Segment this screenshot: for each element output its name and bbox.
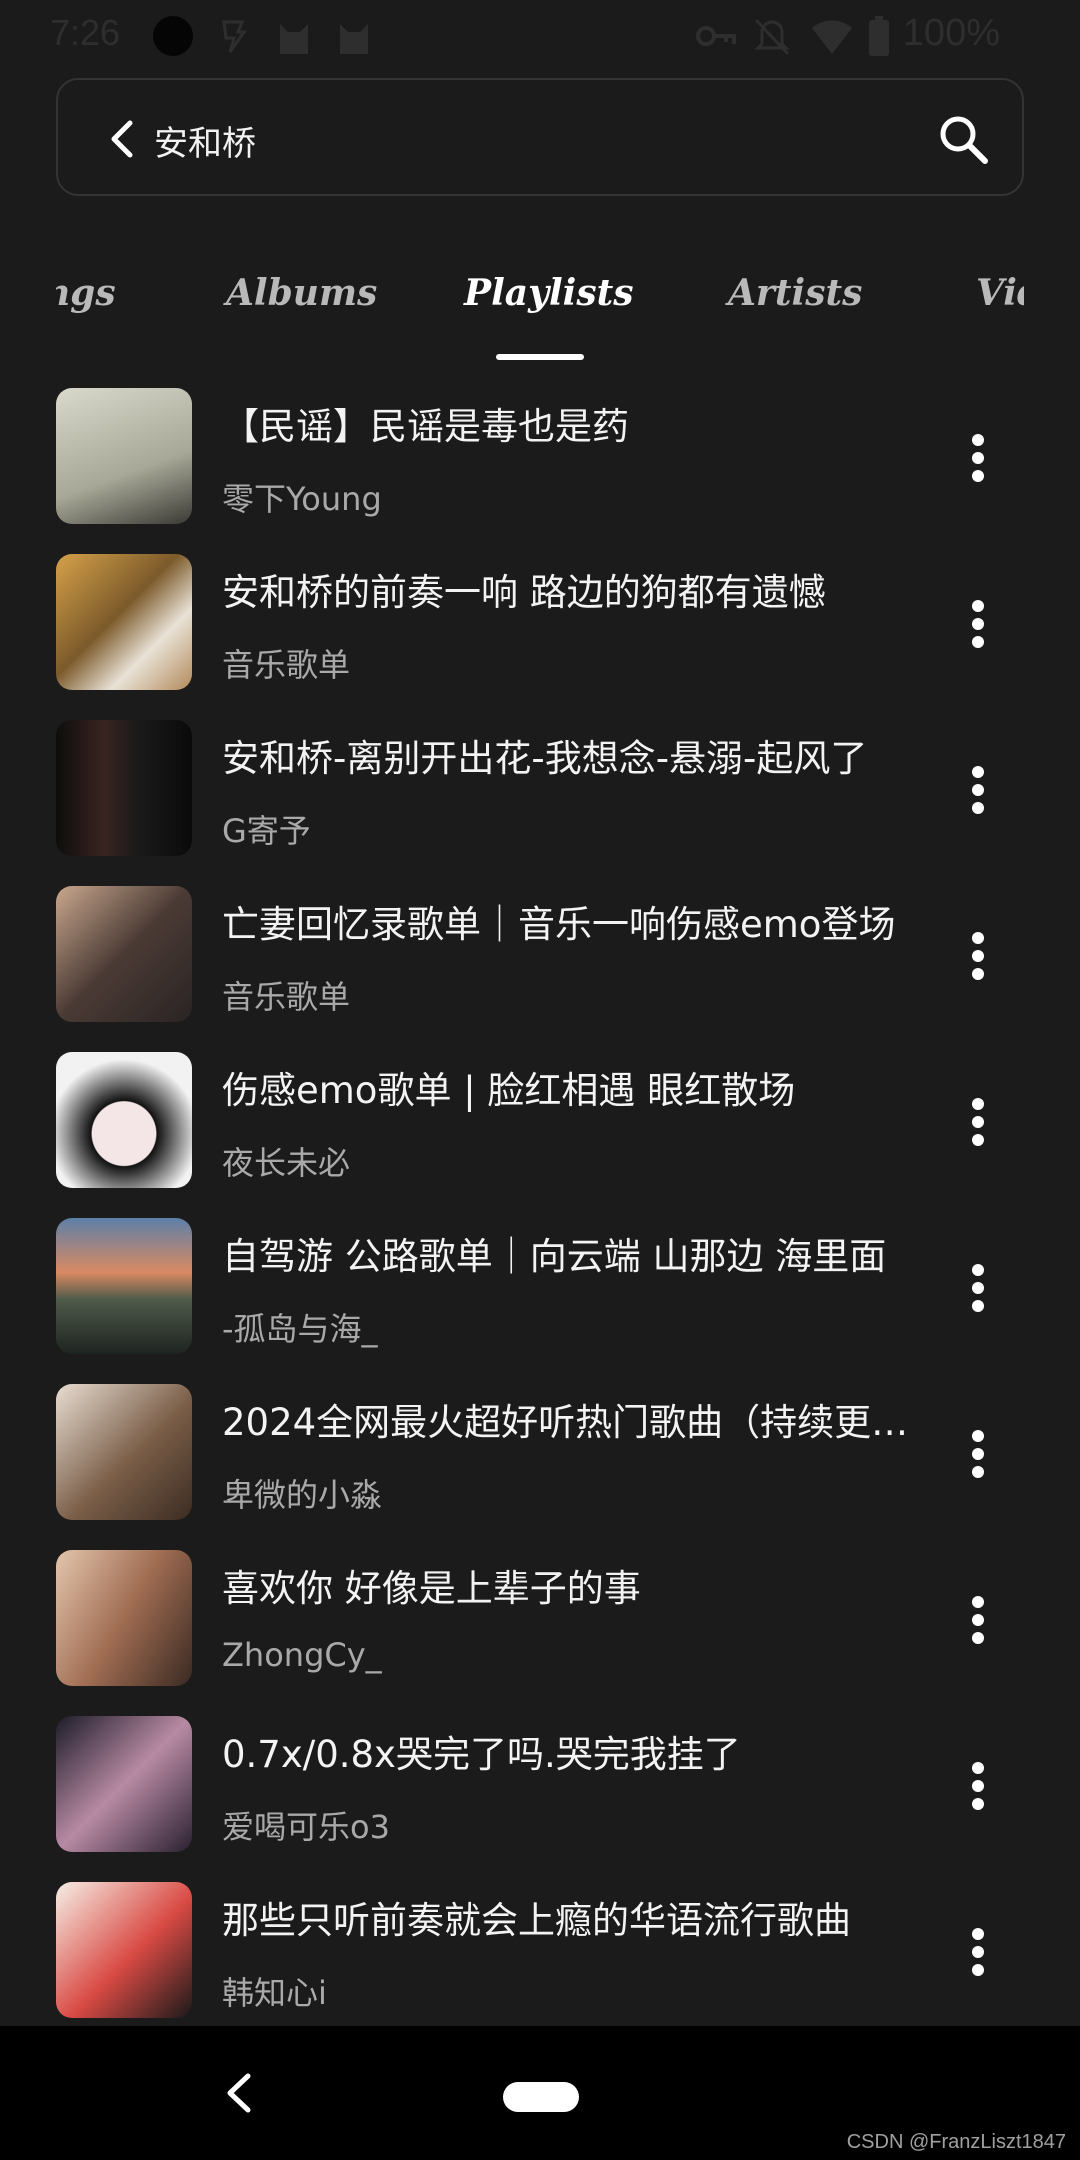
more-vert-icon[interactable] xyxy=(964,418,1014,498)
playlist-cover xyxy=(56,554,192,690)
cat-notification-icon-2 xyxy=(340,24,368,54)
playlist-cover xyxy=(56,1550,192,1686)
nav-back-icon[interactable] xyxy=(222,2072,258,2114)
watermark: CSDN @FranzLiszt1847 xyxy=(846,2131,1066,2153)
more-vert-icon[interactable] xyxy=(964,1746,1014,1826)
more-vert-icon[interactable] xyxy=(964,1082,1014,1162)
playlist-author: G寄予 xyxy=(222,812,311,850)
nav-home-pill[interactable] xyxy=(503,2082,579,2112)
playlist-author: 夜长未必 xyxy=(222,1144,351,1182)
playlist-title: 安和桥的前奏一响 路边的狗都有遗憾 xyxy=(222,571,826,614)
playlist-author: 音乐歌单 xyxy=(222,978,351,1016)
tab-bar: Songs Albums Playlists Artists Videos xyxy=(56,250,1024,360)
playlist-author: 韩知心i xyxy=(222,1974,327,2012)
cat-notification-icon xyxy=(280,24,308,54)
tab-songs[interactable]: Songs xyxy=(56,272,116,314)
playlist-author: 卑微的小淼 xyxy=(222,1476,383,1514)
playlist-author: ZhongCy_ xyxy=(222,1636,382,1674)
playlist-title: 2024全网最火超好听热门歌曲（持续更新） xyxy=(222,1401,922,1444)
playlist-cover xyxy=(56,1882,192,2018)
search-icon[interactable] xyxy=(936,112,990,166)
playlist-title: 那些只听前奏就会上瘾的华语流行歌曲 xyxy=(222,1899,851,1942)
playlist-title: 0.7x/0.8x哭完了吗.哭完我挂了 xyxy=(222,1733,741,1776)
playlist-author: 音乐歌单 xyxy=(222,646,351,684)
list-item[interactable]: 那些只听前奏就会上瘾的华语流行歌曲 韩知心i xyxy=(0,1872,1080,2038)
more-vert-icon[interactable] xyxy=(964,916,1014,996)
playlist-cover xyxy=(56,1384,192,1520)
list-item[interactable]: 安和桥-离别开出花-我想念-悬溺-起风了 G寄予 xyxy=(0,710,1080,876)
playlist-title: 伤感emo歌单 | 脸红相遇 眼红散场 xyxy=(222,1069,796,1112)
list-item[interactable]: 喜欢你 好像是上辈子的事 ZhongCy_ xyxy=(0,1540,1080,1706)
playlist-cover xyxy=(56,720,192,856)
list-item[interactable]: 自驾游 公路歌单｜向云端 山那边 海里面 -孤岛与海_ xyxy=(0,1208,1080,1374)
status-bar: 7:26 100% xyxy=(0,0,1080,78)
more-vert-icon[interactable] xyxy=(964,1248,1014,1328)
tab-artists[interactable]: Artists xyxy=(728,272,862,314)
list-item[interactable]: 伤感emo歌单 | 脸红相遇 眼红散场 夜长未必 xyxy=(0,1042,1080,1208)
chevron-left-icon[interactable] xyxy=(102,117,146,161)
playlist-title: 自驾游 公路歌单｜向云端 山那边 海里面 xyxy=(222,1235,887,1278)
more-vert-icon[interactable] xyxy=(964,750,1014,830)
list-item[interactable]: 亡妻回忆录歌单｜音乐一响伤感emo登场 音乐歌单 xyxy=(0,876,1080,1042)
playlist-title: 喜欢你 好像是上辈子的事 xyxy=(222,1567,641,1610)
vpn-key-icon xyxy=(696,26,736,46)
search-bar[interactable]: 安和桥 xyxy=(56,78,1024,196)
more-vert-icon[interactable] xyxy=(964,1580,1014,1660)
app-notification-icon xyxy=(222,20,247,53)
notification-dot-icon xyxy=(153,16,193,56)
silent-bell-icon xyxy=(754,18,790,56)
tab-albums[interactable]: Albums xyxy=(226,272,377,314)
tab-videos[interactable]: Videos xyxy=(976,272,1024,314)
playlist-cover xyxy=(56,388,192,524)
playlist-cover xyxy=(56,1716,192,1852)
playlist-author: -孤岛与海_ xyxy=(222,1310,378,1348)
list-item[interactable]: 0.7x/0.8x哭完了吗.哭完我挂了 爱喝可乐o3 xyxy=(0,1706,1080,1872)
more-vert-icon[interactable] xyxy=(964,1912,1014,1992)
more-vert-icon[interactable] xyxy=(964,1414,1014,1494)
active-tab-indicator xyxy=(496,354,584,360)
list-item[interactable]: 2024全网最火超好听热门歌曲（持续更新） 卑微的小淼 xyxy=(0,1374,1080,1540)
battery-icon xyxy=(869,16,889,56)
playlist-title: 安和桥-离别开出花-我想念-悬溺-起风了 xyxy=(222,737,868,780)
playlist-title: 【民谣】民谣是毒也是药 xyxy=(222,405,629,448)
playlist-title: 亡妻回忆录歌单｜音乐一响伤感emo登场 xyxy=(222,903,896,946)
status-time: 7:26 xyxy=(50,12,121,53)
list-item[interactable]: 安和桥的前奏一响 路边的狗都有遗憾 音乐歌单 xyxy=(0,544,1080,710)
search-query-text[interactable]: 安和桥 xyxy=(154,116,256,165)
battery-percent: 100% xyxy=(902,12,1000,54)
playlist-author: 零下Young xyxy=(222,480,382,518)
tab-playlists[interactable]: Playlists xyxy=(464,272,634,314)
playlist-cover xyxy=(56,1218,192,1354)
more-vert-icon[interactable] xyxy=(964,584,1014,664)
playlist-cover xyxy=(56,886,192,1022)
system-nav-bar: CSDN @FranzLiszt1847 xyxy=(0,2026,1080,2160)
playlist-author: 爱喝可乐o3 xyxy=(222,1808,390,1846)
list-item[interactable]: 【民谣】民谣是毒也是药 零下Young xyxy=(0,378,1080,544)
wifi-icon xyxy=(812,20,852,54)
playlist-cover xyxy=(56,1052,192,1188)
